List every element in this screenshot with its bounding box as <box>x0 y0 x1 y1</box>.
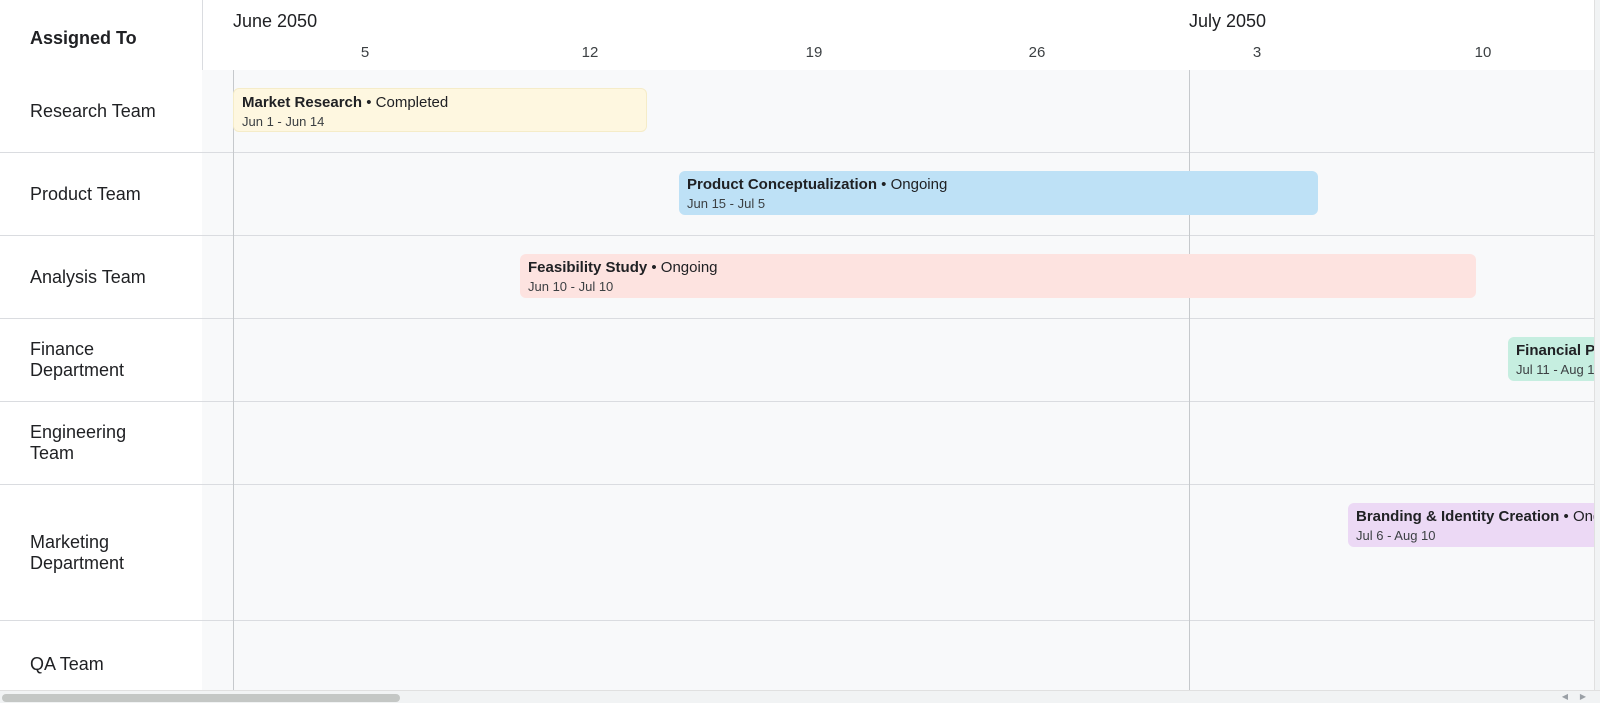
month-divider-line <box>1189 70 1190 690</box>
task-dates: Jun 1 - Jun 14 <box>242 114 325 129</box>
row-label: QA Team <box>30 654 104 674</box>
task-name: Market Research <box>242 94 363 111</box>
task-dates: Jul 6 - Aug 10 <box>1356 528 1436 543</box>
row-track[interactable] <box>202 621 1594 691</box>
assigned-to-heading: Assigned To <box>30 28 137 48</box>
week-label: 10 <box>1474 44 1492 61</box>
task-status: Completed <box>375 94 449 111</box>
row-label: Engineering Team <box>30 422 127 463</box>
row-label: Analysis Team <box>30 266 146 287</box>
month-label-july: July 2050 <box>1189 11 1267 31</box>
timeline-row: QA Team <box>0 621 1594 691</box>
row-label: Research Team <box>30 100 156 121</box>
scroll-right-icon[interactable]: ▶ <box>1576 692 1590 702</box>
week-label: 19 <box>805 44 823 61</box>
row-label-cell[interactable]: QA Team <box>0 621 202 691</box>
row-label: Marketing Department <box>30 531 125 573</box>
task-separator: • <box>877 176 891 193</box>
task-name: Financial Pl <box>1516 342 1600 359</box>
task-bar-branding-identity-creation[interactable]: Branding & Identity Creation • Ong Jul 6… <box>1348 503 1600 547</box>
horizontal-scrollbar-thumb[interactable] <box>2 694 400 702</box>
task-bar-product-conceptualization[interactable]: Product Conceptualization • Ongoing Jun … <box>679 171 1318 215</box>
task-dates: Jun 15 - Jul 5 <box>687 196 766 211</box>
task-dates: Jul 11 - Aug 1 <box>1516 362 1595 377</box>
task-status: Ongoing <box>890 176 948 193</box>
row-label-cell[interactable]: Product Team <box>0 153 202 235</box>
row-label-cell[interactable]: Engineering Team <box>0 402 202 484</box>
row-track[interactable] <box>202 402 1594 484</box>
task-name: Feasibility Study <box>528 259 648 276</box>
vertical-scrollbar[interactable] <box>1594 0 1600 690</box>
assigned-to-header-cell: Assigned To <box>0 0 203 70</box>
task-status: Ongoing <box>660 259 718 276</box>
horizontal-scrollbar[interactable]: ◀ ▶ <box>0 690 1600 703</box>
task-separator: • <box>1559 508 1573 525</box>
task-name: Product Conceptualization <box>687 176 878 193</box>
row-track[interactable] <box>202 319 1594 401</box>
task-bar-market-research[interactable]: Market Research • Completed Jun 1 - Jun … <box>233 88 647 132</box>
row-label: Product Team <box>30 183 141 204</box>
week-label: 26 <box>1028 44 1046 61</box>
week-label: 5 <box>360 44 370 61</box>
row-label-cell[interactable]: Analysis Team <box>0 236 202 318</box>
timeline-row: Finance Department <box>0 319 1594 402</box>
task-name: Branding & Identity Creation <box>1356 508 1560 525</box>
task-bar-feasibility-study[interactable]: Feasibility Study • Ongoing Jun 10 - Jul… <box>520 254 1476 298</box>
task-dates: Jun 10 - Jul 10 <box>528 279 614 294</box>
timeline-header: Assigned To June 2050 July 2050 5 12 19 … <box>0 0 1600 71</box>
timeline-start-line <box>233 70 234 690</box>
task-separator: • <box>647 259 661 276</box>
week-label: 12 <box>581 44 599 61</box>
scroll-left-icon[interactable]: ◀ <box>1558 692 1572 702</box>
row-label: Finance Department <box>30 339 125 380</box>
week-label: 3 <box>1252 44 1262 61</box>
month-label-june: June 2050 <box>233 11 318 31</box>
row-label-cell[interactable]: Research Team <box>0 70 202 152</box>
row-label-cell[interactable]: Finance Department <box>0 319 202 401</box>
task-bar-financial-planning[interactable]: Financial Pl Jul 11 - Aug 1 <box>1508 337 1600 381</box>
timeline-row: Engineering Team <box>0 402 1594 485</box>
task-separator: • <box>362 94 376 111</box>
row-label-cell[interactable]: Marketing Department <box>0 485 202 620</box>
